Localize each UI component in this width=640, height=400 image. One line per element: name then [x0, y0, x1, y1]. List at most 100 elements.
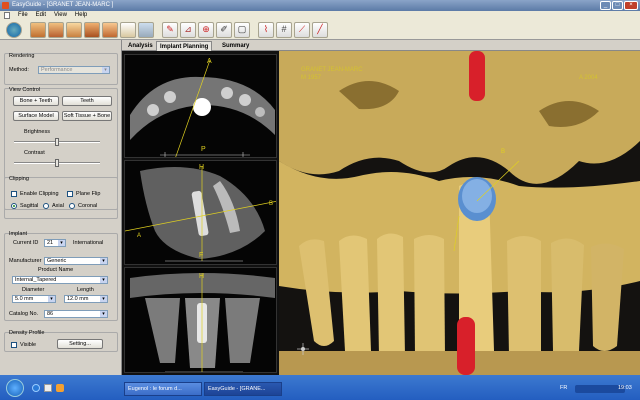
implant-label: Implant: [9, 231, 28, 237]
close-button[interactable]: ×: [624, 1, 638, 10]
catalog-no-select[interactable]: 86 ▾: [44, 310, 108, 318]
menu-view[interactable]: View: [54, 11, 67, 20]
line-icon[interactable]: ╱: [312, 21, 328, 38]
menu-edit[interactable]: Edit: [36, 11, 46, 20]
tab-summary[interactable]: Summary: [219, 41, 252, 51]
app-icon: [2, 2, 9, 9]
product-name-label: Product Name: [38, 267, 74, 273]
coronal-slice-image: H: [130, 273, 275, 372]
density-setting-button[interactable]: Setting...: [57, 339, 103, 349]
view-control-label: View Control: [9, 87, 41, 93]
minimize-button[interactable]: _: [600, 1, 611, 10]
maximize-button[interactable]: □: [612, 1, 623, 10]
ruler-icon[interactable]: ⊿: [180, 21, 196, 38]
chevron-down-icon: ▾: [58, 240, 65, 246]
skull-view-icon[interactable]: [66, 21, 82, 38]
product-name-select[interactable]: Internal_Tapered ▾: [12, 276, 108, 284]
surface-model-button[interactable]: Surface Model: [13, 111, 59, 121]
contrast-slider[interactable]: [14, 159, 100, 167]
method-select: Performance ▾: [38, 66, 110, 74]
document-icon: [4, 12, 10, 19]
brightness-slider[interactable]: [14, 138, 100, 146]
tab-implant-planning[interactable]: Implant Planning: [156, 41, 213, 51]
catalog-no-label: Catalog No.: [9, 311, 39, 317]
patient-name-overlay: GRANET JEAN-MARC: [301, 67, 363, 73]
measure-icon[interactable]: ⟋: [294, 21, 310, 38]
sagittal-slice-view[interactable]: H A B F: [124, 160, 277, 265]
axial-marker-p: P: [201, 146, 206, 153]
coronal-radio[interactable]: [69, 203, 75, 209]
clock: 19:03: [618, 385, 632, 391]
taskbar-item-easyguide[interactable]: EasyGuide - [GRANE...: [204, 382, 282, 396]
brightness-slider-thumb[interactable]: [55, 138, 59, 146]
coronal-label: Coronal: [78, 203, 98, 209]
3d-skull-render: GRANET JEAN-MARC M 1957 A 2004 B: [279, 51, 640, 375]
manufacturer-select[interactable]: Generic ▾: [44, 257, 108, 265]
patient-info-overlay: M 1957: [301, 75, 322, 81]
axial-slice-view[interactable]: A P: [124, 54, 277, 158]
implant-tool-icon[interactable]: ✎: [162, 21, 178, 38]
square-icon[interactable]: ▢: [234, 21, 250, 38]
help-icon[interactable]: [6, 21, 22, 38]
jaw-view-icon[interactable]: [102, 21, 118, 38]
sagittal-marker-b: B: [269, 201, 273, 207]
bone-view-icon[interactable]: [84, 21, 100, 38]
3d-render-view[interactable]: GRANET JEAN-MARC M 1957 A 2004 B: [279, 51, 640, 375]
rendering-label: Rendering: [9, 53, 35, 59]
taskbar: Eugenol : le forum d... EasyGuide - [GRA…: [0, 375, 640, 400]
axial-marker-a: A: [207, 58, 212, 65]
soft-tissue-bone-button[interactable]: Soft Tissue + Bone: [62, 111, 112, 121]
media-quicklaunch-icon[interactable]: [56, 384, 64, 392]
head-view-icon[interactable]: [30, 21, 46, 38]
sagittal-marker-a: A: [137, 233, 141, 239]
enable-clipping-label: Enable Clipping: [20, 191, 59, 197]
axial-slice-image: A P: [130, 58, 275, 157]
screen-icon[interactable]: [138, 21, 154, 38]
chevron-down-icon: ▾: [102, 67, 109, 73]
face-view-icon[interactable]: [48, 21, 64, 38]
length-select[interactable]: 12.0 mm ▾: [64, 295, 108, 303]
current-id-select[interactable]: 21 ▾: [44, 239, 66, 247]
visible-checkbox[interactable]: [11, 342, 17, 348]
scan-info-overlay: A 2004: [579, 75, 598, 81]
start-button[interactable]: [6, 378, 24, 397]
pencil-icon[interactable]: ✐: [216, 21, 232, 38]
language-indicator[interactable]: FR: [560, 385, 567, 391]
coronal-slice-view[interactable]: H: [124, 267, 277, 373]
menu-help[interactable]: Help: [75, 11, 87, 20]
axial-radio[interactable]: [43, 203, 49, 209]
sagittal-marker-h: H: [199, 164, 204, 171]
current-id-label: Current ID: [13, 240, 39, 246]
enable-clipping-checkbox[interactable]: [11, 191, 17, 197]
brightness-label: Brightness: [24, 129, 50, 135]
tab-analysis[interactable]: Analysis: [125, 41, 156, 51]
plane-flip-checkbox[interactable]: [67, 191, 73, 197]
chevron-down-icon: ▾: [48, 296, 55, 302]
toolbar: ✎ ⊿ ⊕ ✐ ▢ ⌇ # ⟋ ╱: [0, 20, 640, 40]
menu-file[interactable]: File: [18, 11, 28, 20]
crosshair-icon[interactable]: ⊕: [198, 21, 214, 38]
axial-label: Axial: [52, 203, 64, 209]
tooth-view-icon[interactable]: [120, 21, 136, 38]
density-profile-label: Density Profile: [9, 330, 45, 336]
bone-teeth-button[interactable]: Bone + Teeth: [13, 96, 59, 106]
browser-quicklaunch-icon[interactable]: [32, 384, 40, 392]
visible-label: Visible: [20, 342, 37, 348]
contrast-slider-thumb[interactable]: [55, 159, 59, 167]
title-bar: EasyGuide - [GRANET JEAN-MARC ] _ □ ×: [0, 0, 640, 11]
chevron-down-icon: ▾: [100, 296, 107, 302]
explorer-quicklaunch-icon[interactable]: [44, 384, 52, 392]
sagittal-marker-f: F: [199, 252, 203, 259]
diameter-select[interactable]: 5.0 mm ▾: [12, 295, 56, 303]
tab-bar: Analysis Implant Planning Summary: [122, 40, 640, 51]
chevron-down-icon: ▾: [100, 277, 107, 283]
clipping-label: Clipping: [9, 176, 29, 182]
length-label: Length: [77, 287, 94, 293]
teeth-button[interactable]: Teeth: [62, 96, 112, 106]
taskbar-item-forum[interactable]: Eugenol : le forum d...: [124, 382, 202, 396]
grid-icon[interactable]: #: [276, 21, 292, 38]
sagittal-radio[interactable]: [11, 203, 17, 209]
menu-bar: File Edit View Help: [0, 11, 640, 20]
manufacturer-label: Manufacturer: [9, 258, 42, 264]
nerve-tool-icon[interactable]: ⌇: [258, 21, 274, 38]
